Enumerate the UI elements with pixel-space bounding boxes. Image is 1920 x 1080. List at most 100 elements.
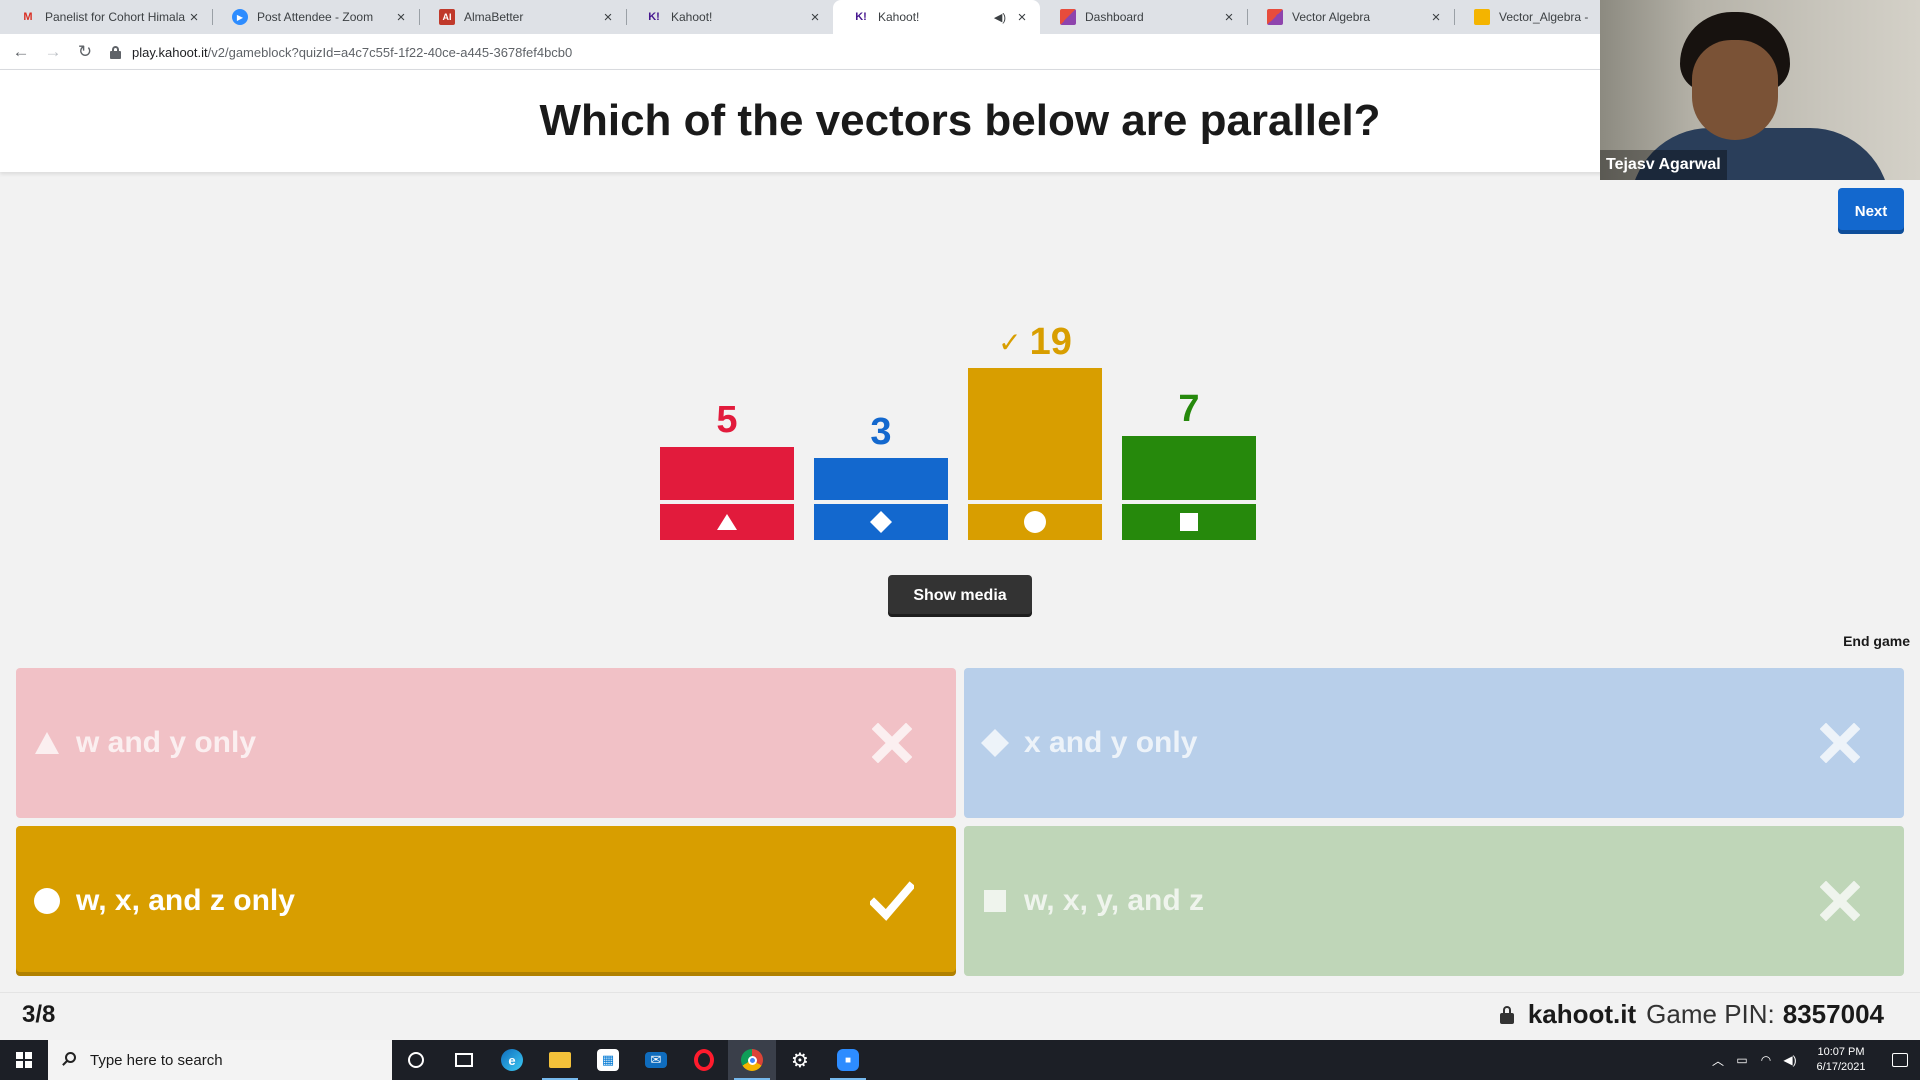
vector-icon (1267, 9, 1283, 25)
chart-value: 3 (870, 410, 892, 453)
slides-icon (1474, 9, 1490, 25)
url-host: play.kahoot.it (132, 44, 208, 60)
chrome-icon[interactable] (728, 1040, 776, 1080)
square-icon (980, 886, 1010, 916)
tab-gmail[interactable]: M Panelist for Cohort Himala × (0, 0, 212, 34)
close-icon[interactable]: × (186, 9, 202, 26)
chevron-up-icon[interactable]: ︿ (1706, 1040, 1730, 1080)
lock-icon (110, 45, 121, 59)
answer-diamond: x and y only (964, 668, 1904, 818)
file-explorer-icon[interactable] (536, 1040, 584, 1080)
notification-icon[interactable] (1880, 1040, 1920, 1080)
taskbar: Type here to search e ▦ ✉ ⚙ ■ ︿ ▭ ◠ ◀) 1… (0, 1040, 1920, 1080)
answer-text: w, x, and z only (76, 884, 295, 917)
participant-name: Tejasv Agarwal (1600, 150, 1727, 180)
cross-icon (1810, 871, 1870, 931)
volume-icon[interactable]: ◀) (1778, 1040, 1802, 1080)
chart-count-diamond: 3 (771, 410, 991, 454)
system-clock[interactable]: 10:07 PM 6/17/2021 (1802, 1045, 1880, 1075)
tab-title: Vector Algebra (1292, 10, 1371, 24)
chart-value: 7 (1178, 388, 1200, 430)
end-game-link[interactable]: End game (1820, 633, 1910, 653)
kahoot-icon: K! (855, 11, 867, 23)
circle-icon (968, 504, 1102, 540)
tab-kahoot[interactable]: K! Kahoot! × (626, 0, 833, 34)
clock-date: 6/17/2021 (1816, 1061, 1866, 1073)
search-icon (62, 1052, 78, 1068)
close-icon[interactable]: × (1014, 9, 1030, 26)
tab-title: Vector_Algebra - Goo (1499, 10, 1590, 24)
back-arrow-icon[interactable]: ← (10, 41, 32, 63)
game-footer: 3/8 kahoot.it Game PIN: 8357004 (0, 992, 1920, 1040)
game-pin-area: kahoot.it Game PIN: 8357004 (1499, 999, 1884, 1030)
gmail-icon: M (23, 11, 33, 23)
wifi-icon[interactable]: ◠ (1754, 1040, 1778, 1080)
mail-icon[interactable]: ✉ (632, 1040, 680, 1080)
question-progress: 3/8 (22, 1001, 56, 1028)
battery-icon[interactable]: ▭ (1730, 1040, 1754, 1080)
cortana-icon[interactable] (392, 1040, 440, 1080)
zoom-icon: ▶ (232, 9, 248, 25)
close-icon[interactable]: × (393, 9, 409, 26)
chart-bar-diamond (814, 458, 948, 500)
reload-icon[interactable]: ↻ (74, 41, 96, 63)
tab-dashboard[interactable]: Dashboard × (1040, 0, 1247, 34)
task-view-icon[interactable] (440, 1040, 488, 1080)
close-icon[interactable]: × (600, 9, 616, 26)
chart-bar-square (1122, 435, 1256, 500)
tab-title: Kahoot! (671, 10, 713, 24)
settings-gear-icon[interactable]: ⚙ (776, 1040, 824, 1080)
system-tray: ︿ ▭ ◠ ◀) 10:07 PM 6/17/2021 (1706, 1040, 1920, 1080)
windows-start-button[interactable] (0, 1040, 48, 1080)
tab-title: Panelist for Cohort Himala (45, 10, 186, 24)
tab-kahoot-active[interactable]: K! Kahoot! ◀) × (833, 0, 1040, 34)
tab-title: Kahoot! (878, 10, 920, 24)
close-icon[interactable]: × (1221, 9, 1237, 26)
diamond-icon (814, 504, 948, 540)
store-icon[interactable]: ▦ (584, 1040, 632, 1080)
cross-icon (862, 713, 922, 773)
tab-vector-algebra[interactable]: Vector Algebra × (1247, 0, 1454, 34)
windows-icon (16, 1052, 32, 1068)
zoom-app-icon[interactable]: ■ (824, 1040, 872, 1080)
answer-text: x and y only (1024, 726, 1198, 759)
tab-almabetter[interactable]: AI AlmaBetter × (419, 0, 626, 34)
tab-vector-algebra-slides[interactable]: Vector_Algebra - Goo (1454, 0, 1600, 34)
taskbar-search[interactable]: Type here to search (48, 1040, 392, 1080)
address-bar[interactable]: play.kahoot.it/v2/gameblock?quizId=a4c7c… (110, 39, 1610, 65)
chart-count-circle: ✓ 19 (925, 320, 1145, 364)
clock-time: 10:07 PM (1817, 1046, 1865, 1058)
tab-title: AlmaBetter (464, 10, 524, 24)
cross-icon (1810, 713, 1870, 773)
game-pin-label: Game PIN: (1646, 999, 1775, 1029)
kahoot-icon: K! (648, 11, 660, 23)
tab-title: Dashboard (1085, 10, 1144, 24)
next-button[interactable]: Next (1838, 188, 1904, 234)
person-face (1692, 40, 1778, 140)
answer-triangle: w and y only (16, 668, 956, 818)
video-feed: Tejasv Agarwal (1600, 0, 1920, 180)
diamond-icon (980, 728, 1010, 758)
check-icon: ✓ (998, 326, 1022, 358)
game-pin: 8357004 (1782, 999, 1884, 1029)
dashboard-icon (1060, 9, 1076, 25)
edge-icon[interactable]: e (488, 1040, 536, 1080)
answer-circle: w, x, and z only (16, 826, 956, 976)
chart-bar-triangle (660, 446, 794, 500)
check-icon (862, 871, 922, 931)
tab-zoom[interactable]: ▶ Post Attendee - Zoom × (212, 0, 419, 34)
screen: M Panelist for Cohort Himala × ▶ Post At… (0, 0, 1920, 1080)
square-icon (1122, 504, 1256, 540)
kahoot-host: kahoot.it (1527, 999, 1637, 1029)
chart-value: 5 (716, 399, 738, 442)
answer-square: w, x, y, and z (964, 826, 1904, 976)
results-chart: 5 3 ✓ 19 7 (660, 300, 1260, 545)
chart-value: 19 (1029, 320, 1072, 363)
forward-arrow-icon[interactable]: → (42, 41, 64, 63)
close-icon[interactable]: × (1428, 9, 1444, 26)
show-media-button[interactable]: Show media (888, 575, 1032, 617)
opera-icon[interactable] (680, 1040, 728, 1080)
search-placeholder: Type here to search (90, 1051, 223, 1069)
close-icon[interactable]: × (807, 9, 823, 26)
speaker-icon[interactable]: ◀) (994, 11, 1006, 24)
